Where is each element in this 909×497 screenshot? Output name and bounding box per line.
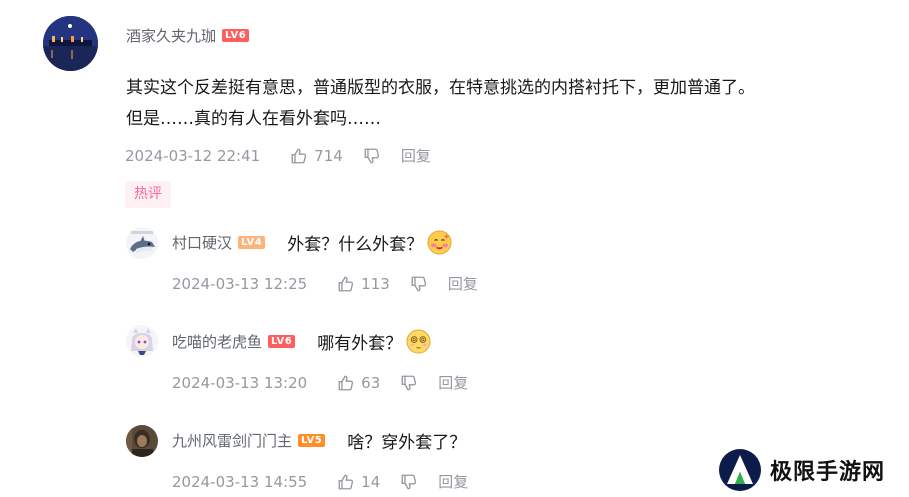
reply-username[interactable]: 吃喵的老虎鱼: [172, 331, 262, 352]
thumbs-up-icon: [291, 148, 307, 163]
blushing-emoji-icon: [427, 230, 452, 255]
dislike-button[interactable]: [410, 275, 428, 293]
comment-time: 2024-03-13 14:55: [172, 472, 308, 491]
main-comment-line-2: 但是……真的有人在看外套吗……: [126, 109, 381, 129]
reply-button[interactable]: 回复: [438, 372, 468, 393]
main-comment-username[interactable]: 酒家久夹九珈: [126, 25, 216, 46]
site-logo-icon: [718, 448, 762, 492]
thumbs-up-icon: [338, 276, 354, 291]
reply-meta: 2024-03-13 12:25 113 回复: [172, 273, 478, 294]
main-comment-meta: 2024-03-12 22:41 714 回复: [125, 145, 431, 166]
level-badge: LV5: [298, 434, 326, 447]
level-badge: LV6: [268, 335, 296, 348]
like-button[interactable]: 63: [337, 374, 380, 392]
reply-text: 啥？穿外套了？: [347, 433, 467, 453]
reply-text: 哪有外套？: [317, 334, 403, 354]
reply-avatar[interactable]: [126, 325, 158, 357]
reply-meta: 2024-03-13 14:55 14 回复: [172, 471, 468, 492]
like-count: 113: [361, 274, 390, 293]
reply-button[interactable]: 回复: [438, 471, 468, 492]
like-button[interactable]: 714: [290, 147, 343, 165]
reply-button[interactable]: 回复: [401, 145, 431, 166]
like-button[interactable]: 14: [337, 473, 380, 491]
comment-time: 2024-03-12 22:41: [125, 146, 261, 165]
dislike-button[interactable]: [363, 147, 381, 165]
reply-username[interactable]: 九州风雷剑门门主: [172, 430, 292, 451]
site-watermark: 极限手游网: [718, 448, 885, 492]
like-count: 14: [361, 472, 381, 491]
like-count: 63: [361, 373, 381, 392]
like-button[interactable]: 113: [337, 275, 390, 293]
dislike-button[interactable]: [400, 374, 418, 392]
main-comment-content: 其实这个反差挺有意思，普通版型的衣服，在特意挑选的内搭衬托下，更加普通了。 但是…: [126, 73, 896, 135]
dislike-button[interactable]: [400, 473, 418, 491]
reply-button[interactable]: 回复: [448, 273, 478, 294]
level-badge: LV4: [238, 236, 266, 249]
reply-avatar[interactable]: [126, 425, 158, 457]
level-badge: LV6: [222, 29, 250, 42]
thumbs-down-icon: [401, 474, 417, 489]
reply-meta: 2024-03-13 13:20 63 回复: [172, 372, 468, 393]
hot-comment-badge: 热评: [125, 181, 171, 208]
reply-username[interactable]: 村口硬汉: [172, 232, 232, 253]
watermark-text: 极限手游网: [770, 460, 886, 485]
like-count: 714: [314, 146, 343, 165]
reply-text: 外套？什么外套？: [287, 235, 424, 255]
thumbs-up-icon: [338, 375, 354, 390]
comment-time: 2024-03-13 13:20: [172, 373, 308, 392]
dazed-emoji-icon: [406, 329, 431, 354]
thumbs-down-icon: [364, 148, 379, 163]
thumbs-down-icon: [401, 375, 417, 390]
thumbs-down-icon: [411, 276, 426, 291]
comment-time: 2024-03-13 12:25: [172, 274, 308, 293]
reply-avatar[interactable]: [126, 227, 158, 259]
main-comment-avatar[interactable]: [43, 16, 98, 71]
main-comment-line-1: 其实这个反差挺有意思，普通版型的衣服，在特意挑选的内搭衬托下，更加普通了。: [126, 78, 755, 98]
thumbs-up-icon: [338, 474, 354, 489]
